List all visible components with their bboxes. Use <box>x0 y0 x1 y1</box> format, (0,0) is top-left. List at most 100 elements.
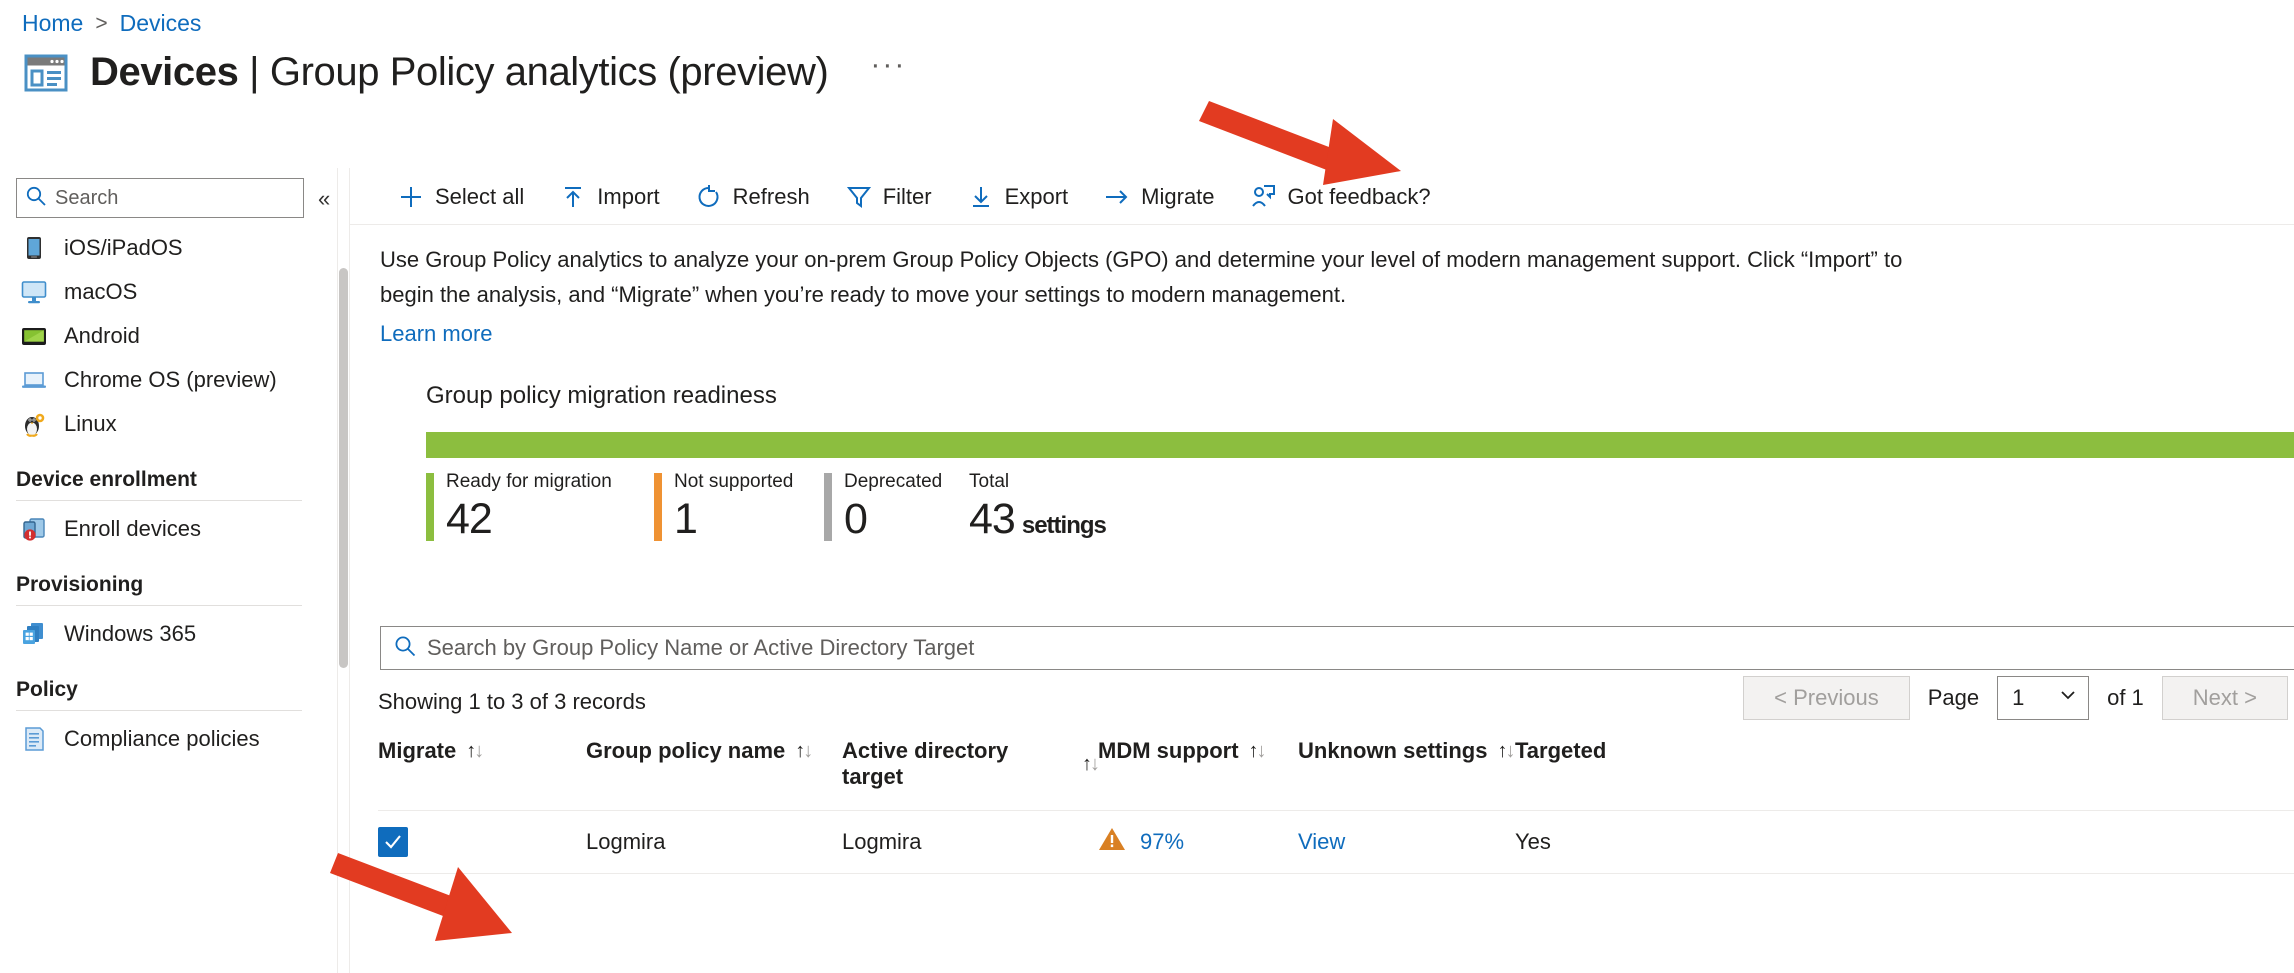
android-device-icon <box>20 322 48 350</box>
sort-icon[interactable]: ↑↓ <box>795 740 813 763</box>
sidebar-search-placeholder: Search <box>55 186 119 209</box>
migrate-button[interactable]: Migrate <box>1086 178 1232 216</box>
migrate-checkbox[interactable] <box>378 827 408 857</box>
app-root: Home > Devices Devices | Group Policy an… <box>0 0 2294 973</box>
enroll-devices-icon <box>20 515 48 543</box>
export-button[interactable]: Export <box>950 178 1087 216</box>
search-icon <box>393 634 417 663</box>
sidebar-item-windows-365[interactable]: Windows 365 <box>0 612 330 656</box>
page-title: Devices | Group Policy analytics (previe… <box>90 49 829 95</box>
stat-value: 43 settings <box>969 495 1107 543</box>
right-arrow-icon <box>1104 184 1130 210</box>
toolbar-item-label: Filter <box>882 184 932 209</box>
column-header-label: MDM support <box>1098 738 1239 763</box>
filter-button[interactable]: Filter <box>828 178 950 216</box>
sidebar-item-chrome-os[interactable]: Chrome OS (preview) <box>0 358 330 402</box>
sidebar-item-linux[interactable]: Linux <box>0 402 330 446</box>
cell-group-policy-name: Logmira <box>586 829 666 854</box>
table-row[interactable]: Logmira Logmira 97% View Yes <box>378 811 2294 873</box>
column-header-migrate[interactable]: Migrate ↑↓ <box>378 738 586 764</box>
total-pages-label: of 1 <box>2107 685 2144 711</box>
sidebar-group-provisioning: Provisioning <box>16 573 144 596</box>
sort-icon[interactable]: ↑↓ <box>1497 740 1515 763</box>
column-header-label: Targeted <box>1515 738 1607 763</box>
stat-color-tick <box>426 473 434 541</box>
column-header-active-directory-target[interactable]: Active directory target ↑↓ <box>842 738 1100 790</box>
sort-icon[interactable]: ↑↓ <box>1082 753 1100 776</box>
table-search-placeholder: Search by Group Policy Name or Active Di… <box>427 635 975 660</box>
stat-not-supported: Not supported 1 <box>654 470 824 551</box>
command-toolbar: Select all Import Refresh Filter Export … <box>380 174 1449 220</box>
macos-monitor-icon <box>20 278 48 306</box>
import-button[interactable]: Import <box>542 178 677 216</box>
sidebar-group-device-enrollment: Device enrollment <box>16 468 197 491</box>
breadcrumb-devices[interactable]: Devices <box>120 10 202 37</box>
sidebar-group-divider <box>16 710 302 711</box>
breadcrumb: Home > Devices <box>22 10 201 37</box>
sidebar-item-android[interactable]: Android <box>0 314 330 358</box>
previous-page-button[interactable]: < Previous <box>1743 676 1910 721</box>
breadcrumb-separator-icon: > <box>95 11 108 35</box>
learn-more-link[interactable]: Learn more <box>380 316 493 351</box>
upload-arrow-icon <box>560 184 586 210</box>
sidebar-scrollbar-thumb[interactable] <box>339 268 348 668</box>
column-header-unknown-settings[interactable]: Unknown settings ↑↓ <box>1298 738 1515 764</box>
stat-value: 1 <box>674 495 698 543</box>
stat-ready-for-migration: Ready for migration 42 <box>426 470 654 551</box>
view-unknown-settings-link[interactable]: View <box>1298 829 1345 854</box>
stat-color-tick <box>824 473 832 541</box>
pagination: < Previous Page 1 of 1 Next > <box>1743 676 2288 721</box>
select-all-button[interactable]: Select all <box>380 178 542 216</box>
group-policy-table: Migrate ↑↓ Group policy name ↑↓ Active d… <box>378 738 2294 874</box>
description-line-1: Use Group Policy analytics to analyze yo… <box>380 247 1903 272</box>
sidebar-nav: iOS/iPadOS macOS Android Chrome OS (prev… <box>0 226 330 761</box>
sidebar-item-label: Enroll devices <box>64 516 201 541</box>
column-header-label: Unknown settings <box>1298 738 1488 763</box>
page-number-select[interactable]: 1 <box>1997 676 2090 721</box>
more-options-button[interactable]: ··· <box>870 50 906 84</box>
description-block: Use Group Policy analytics to analyze yo… <box>380 242 2294 351</box>
sort-icon[interactable]: ↑↓ <box>1249 740 1267 763</box>
sidebar-item-ios-ipados[interactable]: iOS/iPadOS <box>0 226 330 270</box>
devices-blade-icon <box>22 48 70 96</box>
readiness-title: Group policy migration readiness <box>426 382 777 409</box>
mdm-support-value[interactable]: 97% <box>1140 829 1184 855</box>
records-count-text: Showing 1 to 3 of 3 records <box>378 689 646 714</box>
stat-deprecated: Deprecated 0 <box>824 470 969 551</box>
sidebar-item-label: macOS <box>64 279 138 304</box>
next-page-button[interactable]: Next > <box>2161 676 2288 721</box>
sort-icon[interactable]: ↑↓ <box>466 740 484 763</box>
toolbar-divider <box>350 224 2294 225</box>
page-title-separator: | <box>249 49 260 94</box>
chevron-down-icon <box>2058 685 2078 711</box>
page-title-main: Devices <box>90 49 239 94</box>
table-search-input[interactable]: Search by Group Policy Name or Active Di… <box>380 626 2294 670</box>
column-header-group-policy-name[interactable]: Group policy name ↑↓ <box>586 738 842 764</box>
sidebar-item-label: Chrome OS (preview) <box>64 367 277 392</box>
page-title-sub: Group Policy analytics (preview) <box>269 49 829 94</box>
column-header-targeted[interactable]: Targeted <box>1515 738 1675 764</box>
sidebar-item-macos[interactable]: macOS <box>0 270 330 314</box>
stat-label: Total <box>969 471 1010 492</box>
sidebar: Search « iOS/iPadOS macOS Android Chrome… <box>0 168 336 973</box>
sidebar-group-divider <box>16 605 302 606</box>
table-row-divider <box>378 873 2294 874</box>
toolbar-item-label: Refresh <box>732 184 810 209</box>
toolbar-item-label: Select all <box>435 184 525 209</box>
column-header-label: Migrate <box>378 738 457 763</box>
column-header-mdm-support[interactable]: MDM support ↑↓ <box>1098 738 1298 764</box>
sidebar-group-divider <box>16 500 302 501</box>
migration-readiness-card: Group policy migration readiness Ready f… <box>426 382 2294 543</box>
cell-unknown-settings: View <box>1298 829 1515 855</box>
sidebar-item-enroll-devices[interactable]: Enroll devices <box>0 507 330 551</box>
sidebar-search[interactable]: Search <box>16 178 304 218</box>
sidebar-item-compliance-policies[interactable]: Compliance policies <box>0 717 330 761</box>
breadcrumb-home[interactable]: Home <box>22 10 83 37</box>
toolbar-item-label: Migrate <box>1141 184 1215 209</box>
toolbar-item-label: Got feedback? <box>1287 184 1431 209</box>
collapse-sidebar-button[interactable]: « <box>318 188 330 210</box>
got-feedback-button[interactable]: Got feedback? <box>1233 178 1449 216</box>
refresh-button[interactable]: Refresh <box>678 178 828 216</box>
sidebar-item-label: iOS/iPadOS <box>64 235 183 260</box>
cell-mdm-support: 97% <box>1098 826 1298 858</box>
